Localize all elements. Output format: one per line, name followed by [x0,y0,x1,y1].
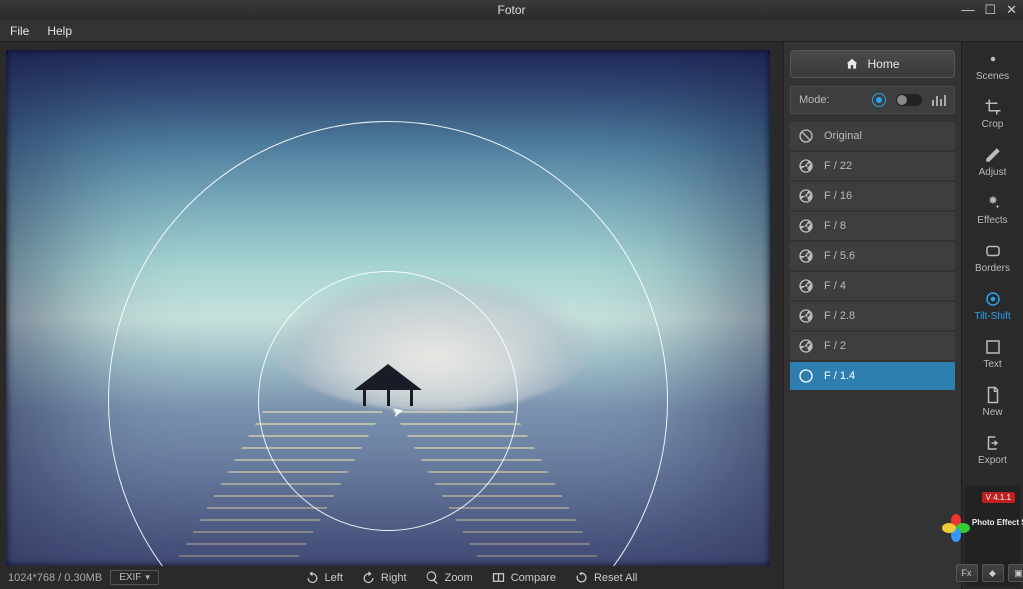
app-title: Fotor [497,3,525,17]
fstop-f-4[interactable]: F / 4 [790,272,955,300]
exif-dropdown[interactable]: EXIF [110,570,159,585]
promo-name: Photo Effect Studio [972,518,1023,527]
promo-card[interactable]: V 4.1.1 Photo Effect Studio Fx ◆ ▣ [965,486,1020,586]
home-label: Home [867,57,899,71]
mode-label: Mode: [799,94,830,106]
menu-file[interactable]: File [10,24,29,38]
mode-radial-icon[interactable] [872,93,886,107]
fstop-f-2-8[interactable]: F / 2.8 [790,302,955,330]
fstop-f-2[interactable]: F / 2 [790,332,955,360]
rotate-left-button[interactable]: Left [305,570,343,585]
rail-effects[interactable]: Effects [962,186,1023,234]
rotate-right-button[interactable]: Right [361,570,407,585]
fstop-label: F / 2.8 [824,310,855,322]
export-icon [984,434,1002,452]
fstop-label: F / 8 [824,220,846,232]
reset-all-button[interactable]: Reset All [574,570,637,585]
compare-button[interactable]: Compare [491,570,556,585]
fstop-label: F / 4 [824,280,846,292]
side-panel: Home Mode: Original F / 22 F / 16 F / 8 F / … [783,42,961,589]
scenes-icon [984,50,1002,68]
rail-label: Borders [975,263,1010,274]
rail-label: Effects [977,215,1007,226]
fstop-original[interactable]: Original [790,122,955,150]
fstop-f-5-6[interactable]: F / 5.6 [790,242,955,270]
zoom-button[interactable]: Zoom [425,570,473,585]
fstop-label: Original [824,130,862,142]
menu-help[interactable]: Help [47,24,72,38]
promo-fx-button[interactable]: Fx [956,564,978,582]
promo-logo-icon [943,508,969,534]
rail-borders[interactable]: Borders [962,234,1023,282]
rail-crop[interactable]: Crop [962,90,1023,138]
aperture-icon [798,218,814,234]
aperture-icon [798,158,814,174]
rail-label: Scenes [976,71,1009,82]
rail-label: New [982,407,1002,418]
rail-export[interactable]: Export [962,426,1023,474]
mode-row: Mode: [790,86,955,114]
aperture-icon [798,248,814,264]
aperture-icon [798,128,814,144]
rail-new[interactable]: New [962,378,1023,426]
adjust-icon [984,146,1002,164]
aperture-icon [798,368,814,384]
menubar: File Help [0,20,1023,42]
maximize-button[interactable]: ☐ [984,2,996,18]
photo-preview[interactable]: ➤ [6,50,770,566]
fstop-label: F / 1.4 [824,370,855,382]
image-dimensions: 1024*768 / 0.30MB [8,572,102,584]
fstop-label: F / 5.6 [824,250,855,262]
promo-version: V 4.1.1 [982,492,1015,503]
mode-linear-icon[interactable] [932,94,946,106]
tool-rail: Scenes Crop Adjust Effects Borders Tilt-Shift… [961,42,1023,589]
fstop-label: F / 2 [824,340,846,352]
aperture-icon [798,338,814,354]
fstop-f-22[interactable]: F / 22 [790,152,955,180]
fstop-f-8[interactable]: F / 8 [790,212,955,240]
borders-icon [984,242,1002,260]
text-icon [984,338,1002,356]
aperture-icon [798,308,814,324]
fstop-label: F / 22 [824,160,852,172]
rail-text[interactable]: Text [962,330,1023,378]
aperture-icon [798,278,814,294]
effects-icon [984,194,1002,212]
tilt-shift-icon [984,290,1002,308]
titlebar: Fotor — ☐ ✕ [0,0,1023,20]
crop-icon [984,98,1002,116]
close-button[interactable]: ✕ [1006,2,1017,18]
status-bar: 1024*768 / 0.30MB EXIF Left Right Zoom C… [0,566,783,589]
tilt-shift-inner-ring[interactable] [258,271,518,531]
rail-label: Tilt-Shift [974,311,1010,322]
new-icon [984,386,1002,404]
home-button[interactable]: Home [790,50,955,78]
fstop-f-16[interactable]: F / 16 [790,182,955,210]
canvas-view[interactable]: ➤ [0,42,783,566]
fstop-f-1-4[interactable]: F / 1.4 [790,362,955,390]
promo-frame-button[interactable]: ▣ [1008,564,1023,582]
mode-toggle[interactable] [896,94,922,106]
rail-tilt-shift[interactable]: Tilt-Shift [962,282,1023,330]
rail-label: Crop [982,119,1004,130]
promo-diamond-button[interactable]: ◆ [982,564,1004,582]
rail-label: Text [983,359,1001,370]
rail-adjust[interactable]: Adjust [962,138,1023,186]
rail-scenes[interactable]: Scenes [962,42,1023,90]
fstop-label: F / 16 [824,190,852,202]
minimize-button[interactable]: — [961,2,974,18]
aperture-icon [798,188,814,204]
rail-label: Export [978,455,1007,466]
home-icon [845,57,859,71]
rail-label: Adjust [979,167,1007,178]
